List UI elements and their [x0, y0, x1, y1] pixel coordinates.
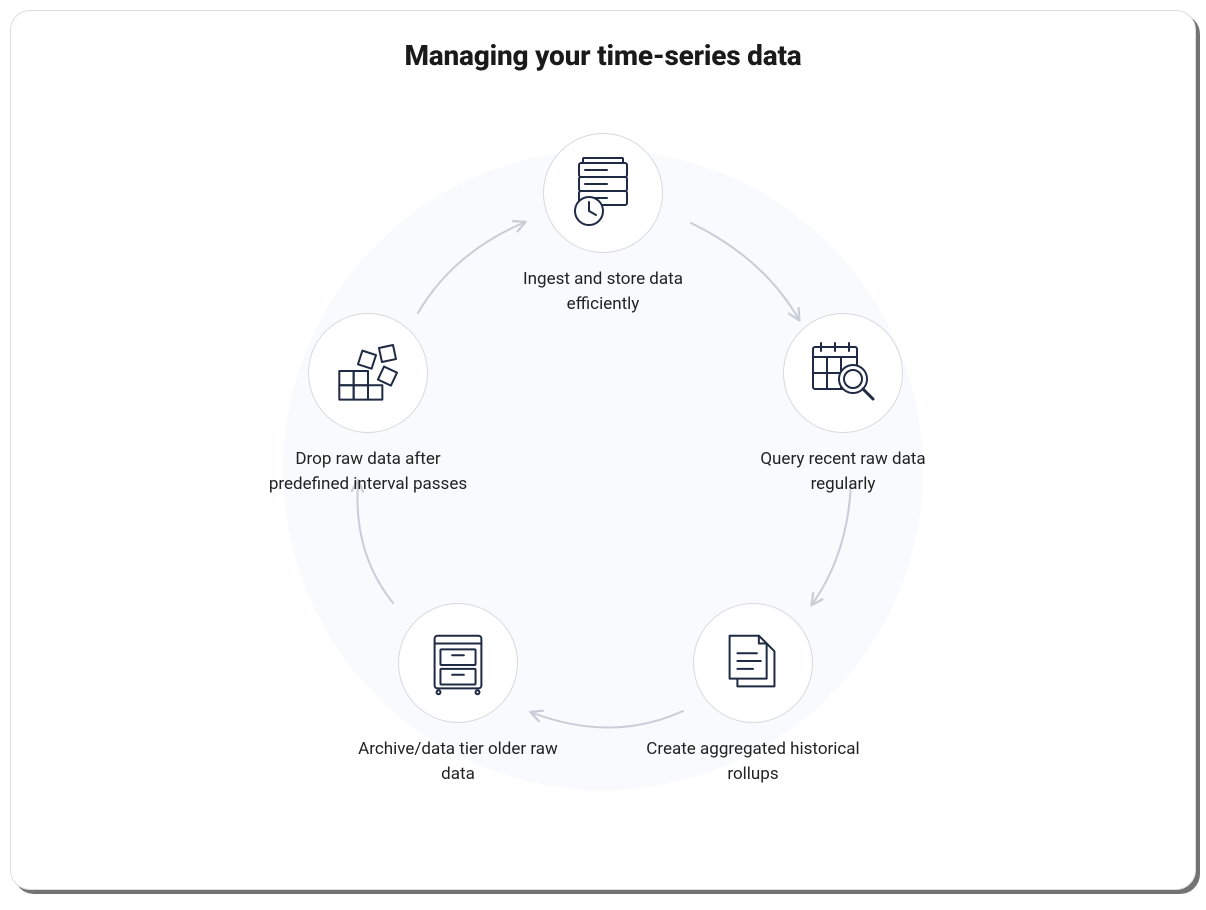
drop-icon-wrap [308, 313, 428, 433]
cycle-step-rollup: Create aggregated historical rollups [643, 603, 863, 786]
cycle-step-label: Query recent raw data regularly [733, 447, 953, 496]
cycle-step-label: Create aggregated historical rollups [643, 737, 863, 786]
query-icon-wrap [783, 313, 903, 433]
cycle-step-ingest: Ingest and store data efficiently [493, 133, 713, 316]
ingest-icon-wrap [543, 133, 663, 253]
server-clock-icon [563, 153, 643, 233]
cycle-step-label: Drop raw data after predefined interval … [258, 447, 478, 496]
cycle-step-archive: Archive/data tier older raw data [348, 603, 568, 786]
cycle-stage: Ingest and store data efficiently [223, 103, 983, 863]
archive-drawer-icon [419, 624, 497, 702]
calendar-magnifier-icon [803, 333, 883, 413]
diagram-card: Managing your time-series data [10, 10, 1196, 890]
diagram-title: Managing your time-series data [11, 39, 1195, 72]
documents-icon [714, 624, 792, 702]
rollup-icon-wrap [693, 603, 813, 723]
archive-icon-wrap [398, 603, 518, 723]
cycle-step-label: Ingest and store data efficiently [493, 267, 713, 316]
scatter-blocks-icon [327, 332, 409, 414]
cycle-step-drop: Drop raw data after predefined interval … [258, 313, 478, 496]
cycle-step-query: Query recent raw data regularly [733, 313, 953, 496]
cycle-step-label: Archive/data tier older raw data [348, 737, 568, 786]
